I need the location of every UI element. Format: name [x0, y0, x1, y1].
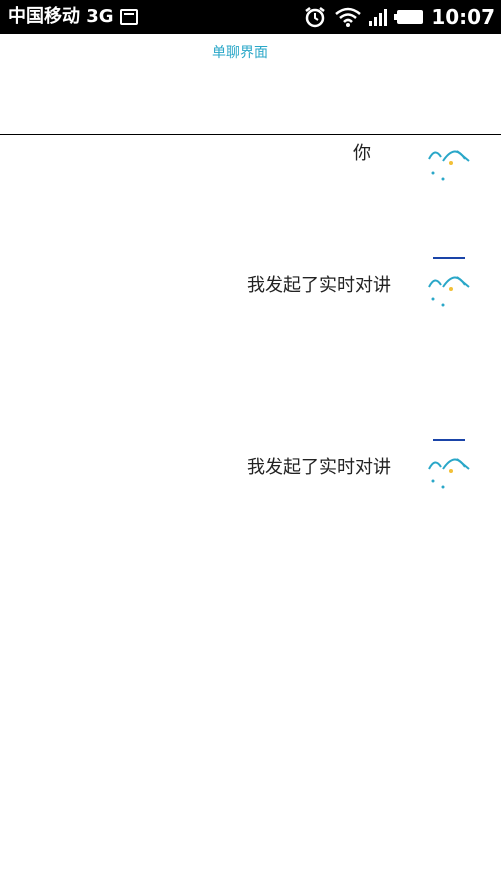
message-text: 我发起了实时对讲 [247, 457, 391, 478]
sim-icon [119, 9, 138, 25]
status-bar: 中国移动 3G 10:07 [0, 0, 501, 34]
battery-icon [394, 10, 424, 24]
status-right: 10:07 [303, 6, 495, 28]
user-avatar-icon [428, 458, 470, 489]
avatar[interactable] [421, 139, 481, 185]
clock: 10:07 [431, 5, 495, 29]
user-avatar-icon [428, 276, 470, 307]
message-text: 我发起了实时对讲 [247, 275, 391, 296]
read-indicator [433, 439, 465, 441]
read-indicator [433, 257, 465, 259]
avatar[interactable] [421, 445, 481, 491]
signal-icon [369, 8, 389, 26]
user-avatar-icon [428, 150, 470, 181]
carrier-label: 中国移动 3G [8, 6, 114, 27]
avatar[interactable] [421, 263, 481, 309]
message-text: 你 [353, 143, 371, 164]
chat-message-list[interactable]: 你 我发起了实时对讲 我发起了实时对讲 [0, 135, 501, 891]
wifi-icon [335, 7, 362, 27]
chat-header: 单聊界面 [0, 34, 501, 135]
alarm-icon [303, 6, 327, 28]
status-left: 中国移动 3G [8, 7, 138, 27]
page-title: 单聊界面 [212, 45, 268, 61]
